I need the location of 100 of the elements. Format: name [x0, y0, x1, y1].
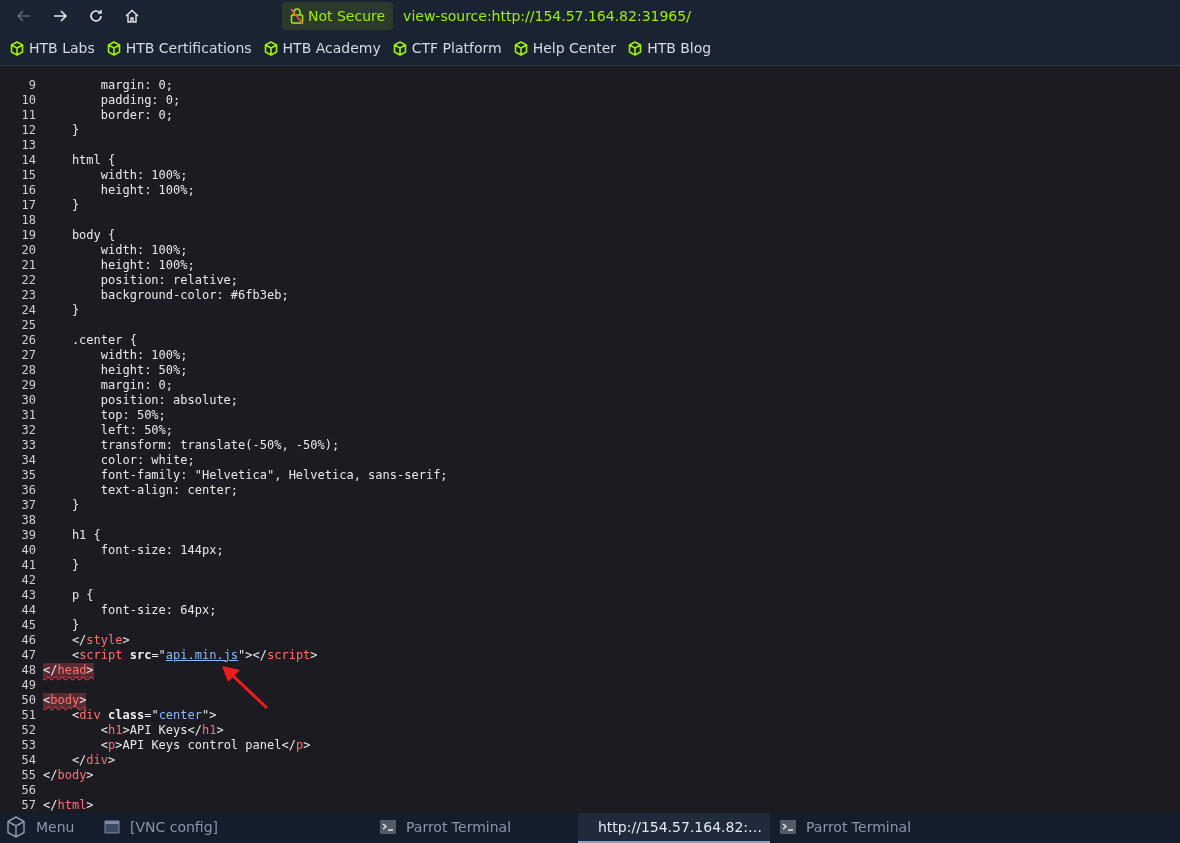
source-link[interactable]: api.min.js: [165, 647, 239, 662]
code-line: font-size: 64px;: [99, 602, 217, 618]
line-number: 41: [20, 558, 36, 573]
cube-icon: [513, 40, 528, 56]
home-icon: [124, 8, 140, 25]
terminal-icon: [780, 819, 796, 834]
line-number: 47: [20, 648, 36, 663]
taskbar-label: [VNC config]: [130, 818, 219, 835]
line-number: 29: [20, 378, 36, 393]
window-icon: [104, 819, 120, 834]
code-line: height: 50%;: [99, 362, 188, 378]
cube-icon: [392, 40, 407, 56]
line-number: 51: [20, 708, 36, 723]
code-line: background-color: #6fb3eb;: [99, 287, 289, 303]
line-number: 54: [20, 753, 36, 768]
code-line: width: 100%;: [99, 347, 188, 363]
code-line: border: 0;: [99, 107, 174, 123]
line-number: 38: [20, 513, 36, 528]
bookmark-link[interactable]: Help Center: [513, 40, 617, 57]
taskbar-item[interactable]: http://154.57.164.82:…: [578, 812, 770, 843]
line-number: 12: [20, 123, 36, 138]
code-line: font-family: "Helvetica", Helvetica, sans-serif;: [99, 467, 448, 483]
code-line: <div class="center">: [70, 707, 217, 723]
terminal-icon: [380, 819, 396, 834]
code-line: <script src="api.min.js"></script>: [70, 647, 318, 663]
taskbar-label: Menu: [36, 818, 75, 835]
bookmark-label: CTF Platform: [411, 40, 502, 57]
line-number: 46: [20, 633, 36, 648]
code-line: }: [70, 617, 80, 633]
line-number: 13: [20, 138, 36, 153]
line-number: 31: [20, 408, 36, 423]
cube-icon: [6, 815, 26, 838]
taskbar-item[interactable]: [VNC config]: [90, 812, 276, 843]
security-badge[interactable]: Not Secure: [282, 2, 394, 31]
cube-icon: [10, 40, 24, 56]
reload-icon: [88, 8, 104, 25]
line-number: 48: [20, 663, 36, 678]
code-line: height: 100%;: [99, 182, 195, 198]
line-number: 34: [20, 453, 36, 468]
code-line: height: 100%;: [99, 257, 195, 273]
line-number: 26: [20, 333, 36, 348]
code-line: }: [70, 302, 80, 318]
code-line: text-align: center;: [99, 482, 239, 498]
line-number: 11: [20, 108, 36, 123]
code-line: margin: 0;: [99, 377, 174, 393]
line-number: 15: [20, 168, 36, 183]
taskbar-item[interactable]: Parrot Terminal: [276, 812, 566, 843]
line-number: 42: [20, 573, 36, 588]
bookmark-label: HTB Labs: [29, 40, 95, 57]
lock-icon: [290, 7, 304, 26]
line-number: 10: [20, 93, 36, 108]
bookmark-label: HTB Academy: [282, 40, 381, 57]
bookmark-label: Help Center: [532, 40, 617, 57]
code-line: }: [70, 497, 80, 513]
code-line: h1 {: [70, 527, 101, 543]
line-number: 19: [20, 228, 36, 243]
bookmark-label: HTB Blog: [647, 40, 712, 57]
address-field[interactable]: view-source:http://154.57.164.82:31965/: [403, 8, 691, 25]
line-number: 18: [20, 213, 36, 228]
line-number: 9: [27, 78, 36, 93]
code-line: </div>: [70, 752, 116, 768]
line-number: 30: [20, 393, 36, 408]
taskbar-item[interactable]: Menu: [0, 812, 90, 843]
taskbar-label: Parrot Terminal: [406, 818, 512, 835]
code-line: width: 100%;: [99, 167, 188, 183]
line-number: 35: [20, 468, 36, 483]
code-line: p {: [70, 587, 94, 603]
line-number: 40: [20, 543, 36, 558]
code-line: html {: [70, 152, 116, 168]
security-label: Not Secure: [308, 8, 386, 25]
code-line: .center {: [70, 332, 137, 348]
bookmark-link[interactable]: HTB Academy: [263, 40, 381, 57]
taskbar-label: http://154.57.164.82:…: [598, 818, 763, 835]
line-number: 50: [20, 693, 36, 708]
line-number: 45: [20, 618, 36, 633]
code-line: position: absolute;: [99, 392, 239, 408]
line-number: 25: [20, 318, 36, 333]
line-number: 32: [20, 423, 36, 438]
bookmark-link[interactable]: HTB Blog: [628, 40, 712, 57]
line-number: 24: [20, 303, 36, 318]
line-number: 39: [20, 528, 36, 543]
line-number: 43: [20, 588, 36, 603]
line-number: 22: [20, 273, 36, 288]
line-number: 16: [20, 183, 36, 198]
code-line: width: 100%;: [99, 242, 188, 258]
code-line: }: [70, 197, 80, 213]
taskbar-item[interactable]: Parrot Terminal: [770, 812, 940, 843]
line-number: 56: [20, 783, 36, 798]
line-number: 49: [20, 678, 36, 693]
line-number: 20: [20, 243, 36, 258]
line-number: 28: [20, 363, 36, 378]
line-number: 21: [20, 258, 36, 273]
code-line: position: relative;: [99, 272, 239, 288]
line-number: 33: [20, 438, 36, 453]
code-line: margin: 0;: [99, 77, 174, 93]
bookmark-link[interactable]: HTB Labs: [10, 40, 95, 57]
code-line: <p>API Keys control panel</p>: [99, 737, 311, 753]
code-line: <h1>API Keys</h1>: [99, 722, 224, 738]
line-number: 52: [20, 723, 36, 738]
bookmark-link[interactable]: CTF Platform: [392, 40, 502, 57]
